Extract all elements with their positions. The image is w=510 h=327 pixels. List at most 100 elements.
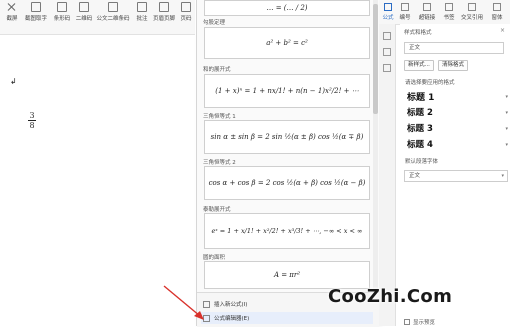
numbering-tab-label: 编号 (399, 15, 411, 21)
formula-editor-label: 公式编辑器(E) (214, 316, 250, 322)
insert-ribbon-right: 公式 编号 超链接 书签 交叉引用 窗体 (379, 0, 510, 25)
style-heading-3[interactable]: 标题 3 ▾ (404, 122, 508, 135)
preview-checkbox[interactable] (404, 319, 410, 325)
formula-expression: … = (… / 2) (266, 4, 308, 12)
formula-expression: (1 + x)ⁿ = 1 + nx/1! + n(n − 1)x²/2! + ⋯ (215, 87, 359, 95)
formula-item-binomial[interactable]: (1 + x)ⁿ = 1 + nx/1! + n(n − 1)x²/2! + ⋯ (204, 74, 370, 108)
qrcode-button[interactable]: 二维码 (74, 2, 94, 32)
show-preview-option[interactable]: 显示预览 (404, 318, 435, 326)
style-heading-1[interactable]: 标题 1 ▾ (404, 90, 508, 103)
pane-title: 样式和格式 (404, 30, 432, 36)
style-heading-2[interactable]: 标题 2 ▾ (404, 106, 508, 119)
style-heading-4-label: 标题 4 (407, 140, 433, 150)
formula-expression: A = πr² (273, 271, 301, 279)
page-number-label: 页码 (180, 16, 192, 22)
new-style-button[interactable]: 新样式... (404, 60, 434, 71)
doc-qrcode-icon (108, 2, 118, 12)
current-style-field[interactable]: 正文 (404, 42, 504, 54)
style-heading-3-label: 标题 3 (407, 124, 433, 134)
style-format-pane: 样式和格式 × 正文 新样式... 清除格式 请选择要应用的格式 标题 1 ▾ … (400, 24, 510, 326)
doc-qrcode-button[interactable]: 公文二维条码 (96, 2, 130, 32)
panel-scrollbar[interactable] (373, 0, 378, 290)
page-number-icon (181, 2, 191, 12)
screenshot-button[interactable]: 截屏 (2, 2, 22, 32)
screenshot-label: 截屏 (6, 16, 18, 22)
fraction-numerator: 3 (29, 111, 35, 120)
formula-tab-label: 公式 (382, 15, 394, 21)
close-icon[interactable]: × (500, 27, 505, 34)
cross-reference-tab-label: 交叉引用 (460, 15, 483, 21)
fraction-denominator: 8 (29, 121, 35, 130)
formula-tab[interactable]: 公式 (381, 3, 395, 21)
form-tab[interactable]: 窗体 (489, 3, 505, 21)
style-heading-4[interactable]: 标题 4 ▾ (404, 138, 508, 151)
qrcode-icon (79, 2, 89, 12)
numbering-icon (401, 3, 409, 11)
form-tab-label: 窗体 (491, 15, 503, 21)
insert-new-formula-label: 插入新公式(I) (214, 302, 248, 308)
formula-item-partial[interactable]: … = (… / 2) (204, 0, 370, 16)
cross-reference-icon (468, 3, 476, 11)
paragraph-mark: ↲ (10, 77, 17, 86)
barcode-button[interactable]: 条形码 (52, 2, 72, 32)
scrollbar-thumb[interactable] (373, 4, 378, 114)
inline-fraction[interactable]: 3 8 (28, 111, 36, 130)
screenshot-text-label: 截图取字 (24, 16, 47, 22)
comment-button[interactable]: 批注 (134, 2, 150, 32)
formula-title: 泰勒展开式 (203, 207, 231, 213)
formula-title: 圆的面积 (203, 255, 226, 261)
formula-item-taylor[interactable]: eˣ = 1 + x/1! + x²/2! + x³/3! + ⋯, −∞ < … (204, 213, 370, 249)
hyperlink-tab-label: 超链接 (418, 15, 436, 21)
formula-expression: a² + b² = c² (266, 39, 308, 47)
header-footer-label: 页眉页脚 (152, 16, 175, 22)
style-icon[interactable] (383, 32, 391, 40)
formula-title: 勾股定理 (203, 20, 226, 26)
barcode-label: 条形码 (53, 16, 71, 22)
qrcode-label: 二维码 (75, 16, 93, 22)
show-preview-label: 显示预览 (413, 320, 436, 326)
formula-editor-item[interactable]: 公式编辑器(E) (201, 312, 373, 324)
numbering-tab[interactable]: 编号 (398, 3, 412, 21)
properties-icon[interactable] (383, 64, 391, 72)
clear-format-button[interactable]: 清除格式 (438, 60, 468, 71)
default-font-label: 默认段落字体 (405, 159, 439, 165)
formula-item-pythagorean[interactable]: a² + b² = c² (204, 27, 370, 59)
header-footer-icon (159, 2, 169, 12)
header-footer-button[interactable]: 页眉页脚 (152, 2, 176, 32)
document-canvas[interactable]: ↲ 3 8 (0, 35, 195, 326)
formula-gallery-panel: … = (… / 2) 勾股定理 a² + b² = c² 和的展开式 (1 +… (196, 0, 380, 327)
hyperlink-icon (423, 3, 431, 11)
chevron-down-icon: ▾ (505, 126, 508, 132)
formula-expression: sin α ± sin β = 2 sin ½(α ± β) cos ½(α ∓… (210, 133, 364, 141)
bookmark-tab[interactable]: 书签 (441, 3, 457, 21)
screenshot-text-button[interactable]: 截图取字 (22, 2, 50, 32)
comment-label: 批注 (136, 16, 148, 22)
apply-style-label: 请选择要应用的格式 (405, 80, 455, 86)
comment-icon (137, 2, 147, 12)
chevron-down-icon: ▾ (505, 142, 508, 148)
style-heading-2-label: 标题 2 (407, 108, 433, 118)
select-icon[interactable] (383, 48, 391, 56)
formula-title: 和的展开式 (203, 67, 231, 73)
formula-icon (384, 3, 392, 11)
chevron-down-icon: ▾ (501, 173, 504, 179)
formula-expression: cos α + cos β = 2 cos ½(α + β) cos ½(α −… (208, 179, 366, 187)
hyperlink-tab[interactable]: 超链接 (417, 3, 437, 21)
cross-reference-tab[interactable]: 交叉引用 (459, 3, 485, 21)
formula-item-trig-1[interactable]: sin α ± sin β = 2 sin ½(α ± β) cos ½(α ∓… (204, 120, 370, 154)
red-arrow-annotation (163, 285, 204, 320)
scissors-icon (7, 2, 17, 12)
formula-item-circle-area[interactable]: A = πr² (204, 261, 370, 289)
page-number-button[interactable]: 页码 (178, 2, 194, 32)
form-icon (493, 3, 501, 11)
formula-title: 三角恒等式 2 (203, 160, 236, 166)
screenshot-text-icon (31, 2, 41, 12)
style-heading-1-label: 标题 1 (407, 93, 435, 103)
default-font-select[interactable]: 正文 ▾ (404, 170, 508, 182)
site-watermark: CooZhi.Com (328, 286, 453, 307)
formula-item-trig-2[interactable]: cos α + cos β = 2 cos ½(α + β) cos ½(α −… (204, 166, 370, 200)
bookmark-icon (445, 3, 453, 11)
formula-expression: eˣ = 1 + x/1! + x²/2! + x³/3! + ⋯, −∞ < … (211, 227, 363, 235)
insert-new-formula-item[interactable]: 插入新公式(I) (203, 298, 247, 310)
bookmark-tab-label: 书签 (443, 15, 455, 21)
